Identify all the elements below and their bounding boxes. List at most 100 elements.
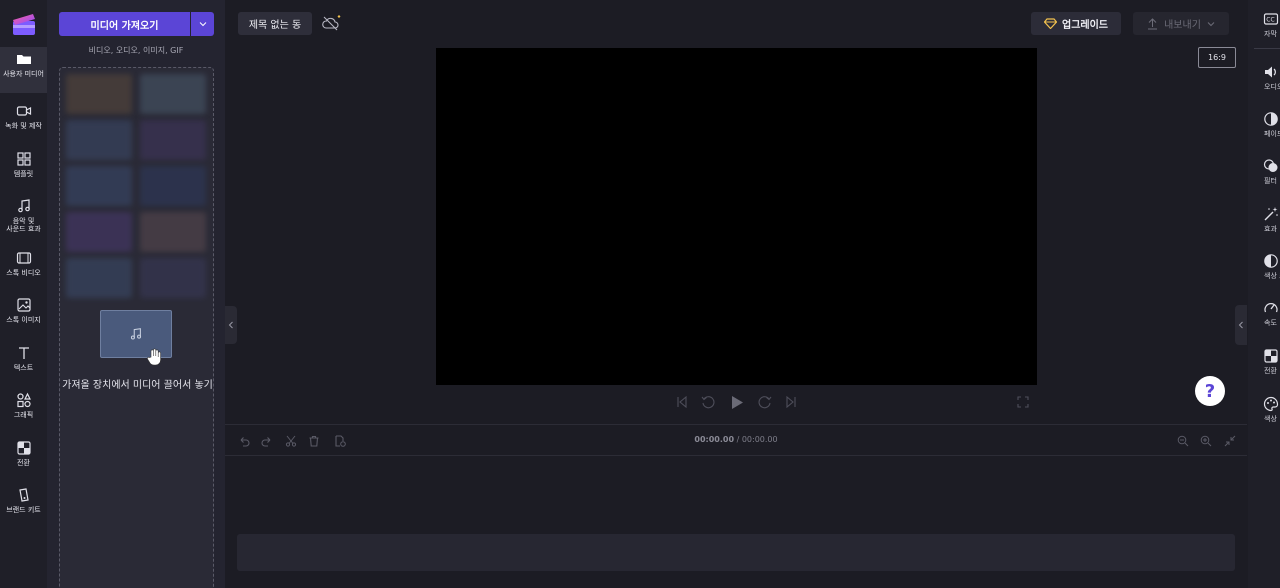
placeholder-thumbnail (140, 258, 206, 298)
timecode: 00:00.00 / 00:00.00 (225, 435, 1247, 444)
fade-icon (1264, 112, 1278, 126)
forward-icon (758, 396, 772, 409)
import-options-button[interactable] (191, 12, 214, 36)
question-mark-icon: ? (1204, 380, 1216, 402)
project-title[interactable]: 제목 없는 동 (238, 12, 312, 35)
skip-back-icon (677, 396, 687, 408)
editor-app: 사용자 미디어 녹화 및 제작 템플릿 음악 및 사운드 효과 스톡 비디오 스… (0, 0, 1280, 588)
shapes-icon (16, 392, 31, 408)
placeholder-thumbnail (66, 258, 132, 298)
rewind-5s-button[interactable] (699, 393, 717, 411)
chevron-left-icon (228, 321, 233, 329)
export-label: 내보내기 (1164, 20, 1201, 31)
prop-transition[interactable]: 전환 (1252, 348, 1280, 388)
prop-captions[interactable]: CC 자막 (1252, 11, 1280, 51)
play-icon (732, 395, 743, 409)
prop-label: 오디오 (1264, 83, 1280, 91)
chevron-down-icon (199, 22, 206, 27)
prop-label: 효과 (1264, 225, 1277, 233)
skip-forward-button[interactable] (782, 393, 800, 411)
chevron-down-icon (1207, 21, 1215, 26)
fit-timeline-button[interactable] (1222, 433, 1237, 448)
timeline-track[interactable] (237, 534, 1235, 571)
camera-icon (16, 106, 31, 116)
music-note-icon (130, 328, 142, 340)
zoom-out-icon (1177, 435, 1188, 446)
placeholder-thumbnail (66, 212, 132, 252)
video-preview[interactable] (436, 48, 1037, 385)
export-button[interactable]: 내보내기 (1133, 12, 1229, 35)
placeholder-thumbnail (140, 166, 206, 206)
rail-divider (1254, 48, 1280, 49)
filters-icon (1263, 159, 1278, 172)
nav-label: 텍스트 (13, 364, 34, 372)
text-icon (18, 347, 29, 359)
dropzone-instructions: 가져올 장치에서 미디어 끌어서 놓기 (62, 380, 213, 391)
captions-icon: CC (1263, 13, 1279, 25)
placeholder-thumbnail (66, 120, 132, 160)
nav-label: 전환 (17, 459, 30, 467)
skip-forward-icon (786, 396, 796, 408)
fullscreen-button[interactable] (1014, 393, 1032, 411)
aspect-ratio-button[interactable]: 16:9 (1198, 47, 1236, 68)
prop-label: 색상 조 (1264, 272, 1280, 280)
total-time: 00:00.00 (741, 435, 778, 444)
nav-text[interactable]: 텍스트 (0, 341, 47, 387)
nav-stock-video[interactable]: 스톡 비디오 (0, 246, 47, 292)
left-nav-rail: 사용자 미디어 녹화 및 제작 템플릿 음악 및 사운드 효과 스톡 비디오 스… (0, 0, 47, 588)
collapse-arrows-icon (1224, 435, 1235, 446)
placeholder-thumbnail (140, 74, 206, 114)
zoom-out-button[interactable] (1175, 433, 1190, 448)
collapse-panel-button[interactable] (225, 306, 237, 344)
time-separator: / (734, 435, 742, 444)
placeholder-thumbnail (140, 212, 206, 252)
chevron-left-icon (1238, 321, 1243, 329)
nav-label: 사용자 미디어 (3, 70, 44, 78)
nav-graphics[interactable]: 그래픽 (0, 388, 47, 434)
prop-speed[interactable]: 속도 (1252, 300, 1280, 340)
prop-effects[interactable]: 효과 (1252, 206, 1280, 246)
nav-transitions[interactable]: 전환 (0, 436, 47, 482)
nav-label: 그래픽 (13, 411, 34, 419)
play-button[interactable] (728, 393, 746, 411)
timeline-toolbar: 00:00.00 / 00:00.00 (225, 425, 1247, 456)
audio-icon (1265, 66, 1276, 78)
upload-icon (1148, 17, 1158, 29)
placeholder-thumbnail (66, 166, 132, 206)
upgrade-label: 업그레이드 (1062, 20, 1108, 31)
prop-color[interactable]: 색상 (1252, 396, 1280, 436)
forward-5s-button[interactable] (756, 393, 774, 411)
color-adjust-icon (1264, 254, 1278, 268)
help-button[interactable]: ? (1195, 376, 1225, 406)
prop-label: 전환 (1264, 367, 1277, 375)
hand-cursor-icon (147, 348, 161, 366)
prop-color-adjust[interactable]: 색상 조 (1252, 253, 1280, 293)
cloud-off-icon[interactable] (321, 14, 341, 32)
nav-stock-images[interactable]: 스톡 이미지 (0, 293, 47, 339)
nav-templates[interactable]: 템플릿 (0, 147, 47, 193)
prop-label: 자막 (1264, 30, 1277, 38)
prop-label: 속도 (1264, 319, 1277, 327)
prop-audio[interactable]: 오디오 (1252, 64, 1280, 104)
nav-brand-kit[interactable]: 브랜드 키트 (0, 483, 47, 529)
nav-record-create[interactable]: 녹화 및 제작 (0, 99, 47, 145)
transition-icon (1264, 349, 1278, 363)
app-logo-icon[interactable] (11, 12, 37, 36)
skip-back-button[interactable] (673, 393, 691, 411)
image-icon (16, 298, 31, 312)
palette-icon (1263, 396, 1279, 412)
collapse-properties-button[interactable] (1235, 305, 1247, 345)
prop-fade[interactable]: 페이드 (1252, 111, 1280, 151)
rewind-icon (701, 396, 715, 409)
nav-music-sfx[interactable]: 음악 및 사운드 효과 (0, 194, 47, 240)
media-dropzone[interactable]: 가져올 장치에서 미디어 끌어서 놓기 (59, 67, 214, 588)
prop-filters[interactable]: 필터 (1252, 158, 1280, 198)
current-time: 00:00.00 (694, 435, 735, 444)
nav-label: 템플릿 (13, 170, 34, 178)
fullscreen-icon (1017, 396, 1029, 408)
nav-user-media[interactable]: 사용자 미디어 (0, 47, 47, 93)
zoom-in-button[interactable] (1198, 433, 1213, 448)
import-media-button[interactable]: 미디어 가져오기 (59, 12, 190, 36)
transition-icon (16, 441, 31, 455)
upgrade-button[interactable]: 업그레이드 (1031, 12, 1121, 35)
